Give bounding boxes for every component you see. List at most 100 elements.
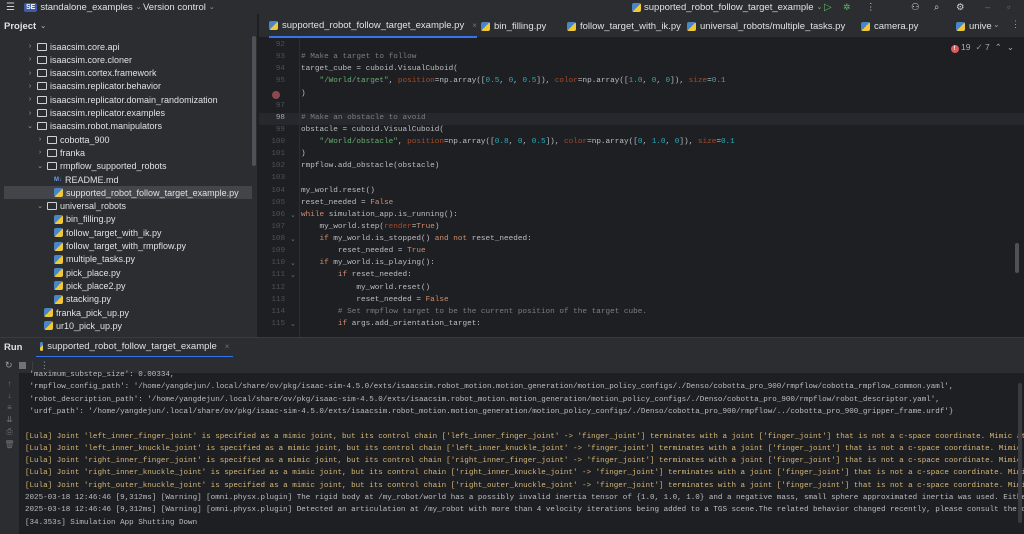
code-editor[interactable]: 92 93 # Make a target to follow 94 target_cu… xyxy=(259,38,1024,337)
tree-item[interactable]: supported_robot_follow_target_example.py xyxy=(4,186,252,200)
close-icon[interactable]: × xyxy=(225,342,230,351)
stop-icon[interactable] xyxy=(18,361,26,369)
chevron-right-icon[interactable]: › xyxy=(26,70,34,77)
tree-item[interactable]: follow_target_with_rmpflow.py xyxy=(54,240,186,253)
next-highlight-icon[interactable]: ⌄ xyxy=(1007,42,1014,53)
chevron-right-icon[interactable]: › xyxy=(26,43,34,50)
tree-item[interactable]: pick_place2.py xyxy=(54,279,126,292)
run-button[interactable]: ▷ xyxy=(824,0,832,14)
line-number[interactable]: 102 xyxy=(259,162,285,170)
soft-wrap-icon[interactable]: ≡ xyxy=(0,403,19,412)
tree-item[interactable]: M↓ README.md xyxy=(54,173,119,186)
run-config-selector[interactable]: supported_robot_follow_target_example ⌄ xyxy=(632,0,822,14)
restore-button[interactable]: ▫ xyxy=(1007,0,1010,14)
line-number[interactable]: 105 xyxy=(259,199,285,207)
line-number[interactable]: 104 xyxy=(259,187,285,195)
line-number[interactable]: 99 xyxy=(259,126,285,134)
chevron-right-icon[interactable]: › xyxy=(26,83,34,90)
tree-item[interactable]: ⌄ universal_robots xyxy=(36,200,126,213)
tab-follow-target-with-ik-py[interactable]: follow_target_with_ik.py xyxy=(567,14,681,38)
tree-item[interactable]: bin_filling.py xyxy=(54,213,116,226)
line-number[interactable]: 95 xyxy=(259,77,285,85)
fold-icon[interactable]: ⌄ xyxy=(290,320,296,328)
line-number[interactable]: 101 xyxy=(259,150,285,158)
line-number[interactable]: 100 xyxy=(259,138,285,146)
tree-item[interactable]: ur10_pick_up.py xyxy=(44,319,122,332)
scroll-to-end-icon[interactable]: ⇊ xyxy=(0,415,19,424)
fold-icon[interactable]: ⌄ xyxy=(290,235,296,243)
tab-unive[interactable]: unive xyxy=(956,14,992,38)
project-switcher[interactable]: SE standalone_examples ⌄ xyxy=(24,0,142,14)
trash-icon[interactable]: 🗑 xyxy=(0,440,19,449)
console-output[interactable]: ↑ ↓ ≡ ⇊ ⎙ 🗑 'maximum_substep_size': 0.00… xyxy=(0,371,1024,534)
settings-button[interactable]: ⚙ xyxy=(956,0,965,14)
chevron-down-icon[interactable]: ⌄ xyxy=(36,162,44,170)
code-with-me-button[interactable]: ⚇ xyxy=(911,0,920,14)
tab-camera-py[interactable]: camera.py xyxy=(861,14,918,38)
tree-item[interactable]: › isaacsim.core.api xyxy=(26,40,120,53)
line-number[interactable]: 94 xyxy=(259,65,285,73)
rerun-icon[interactable]: ↻ xyxy=(5,360,13,371)
tree-item[interactable]: › cobotta_900 xyxy=(36,133,110,146)
run-tab[interactable]: supported_robot_follow_target_example × xyxy=(36,338,234,358)
tree-item[interactable]: stacking.py xyxy=(54,293,111,306)
tree-item[interactable]: › isaacsim.replicator.examples xyxy=(26,107,165,120)
close-icon[interactable]: × xyxy=(472,21,477,30)
line-number[interactable]: 98 xyxy=(259,114,285,122)
breakpoint-icon[interactable] xyxy=(272,90,280,99)
line-number[interactable]: 97 xyxy=(259,102,285,110)
line-number[interactable]: 114 xyxy=(259,308,285,316)
tabs-more-icon[interactable]: ⋮ xyxy=(1011,19,1020,30)
line-number[interactable]: 110 xyxy=(259,259,285,267)
chevron-right-icon[interactable]: › xyxy=(36,136,44,143)
line-number[interactable]: 108 xyxy=(259,235,285,243)
line-number[interactable]: 107 xyxy=(259,223,285,231)
tree-item[interactable]: › isaacsim.replicator.behavior xyxy=(26,80,161,93)
fold-icon[interactable]: ⌄ xyxy=(290,211,296,219)
line-number[interactable]: 103 xyxy=(259,174,285,182)
vcs-menu[interactable]: Version control ⌄ xyxy=(143,0,215,14)
print-icon[interactable]: ⎙ xyxy=(0,427,19,437)
line-number[interactable]: 106 xyxy=(259,211,285,219)
more-actions-button[interactable]: ⋮ xyxy=(866,0,876,14)
line-number[interactable]: 112 xyxy=(259,284,285,292)
tab-universal-robots-multiple-tasks-py[interactable]: universal_robots/multiple_tasks.py xyxy=(687,14,845,38)
console-scrollbar[interactable] xyxy=(1018,383,1022,523)
tree-item[interactable]: follow_target_with_ik.py xyxy=(54,226,162,239)
tree-item[interactable]: franka_pick_up.py xyxy=(44,306,129,319)
line-number[interactable]: 92 xyxy=(259,41,285,49)
project-tree-scrollbar[interactable] xyxy=(252,36,256,166)
tab-bin-filling-py[interactable]: bin_filling.py xyxy=(481,14,546,38)
more-vertical-icon[interactable]: ⋮ xyxy=(40,360,49,371)
tree-item[interactable]: › isaacsim.replicator.domain_randomizatio… xyxy=(26,93,218,106)
project-panel-header[interactable]: Project ⌄ xyxy=(0,14,257,38)
chevron-right-icon[interactable]: › xyxy=(26,56,34,63)
search-button[interactable]: ⌕ xyxy=(934,0,939,14)
minimize-button[interactable]: – xyxy=(985,0,990,14)
chevron-down-icon[interactable]: ⌄ xyxy=(36,202,44,210)
tree-item[interactable]: ⌄ rmpflow_supported_robots xyxy=(36,160,167,173)
tree-item[interactable]: › franka xyxy=(36,146,85,159)
chevron-right-icon[interactable]: › xyxy=(26,96,34,103)
main-menu-button[interactable]: ☰ xyxy=(6,0,15,14)
tabs-dropdown-icon[interactable]: ⌄ xyxy=(993,20,1000,29)
chevron-right-icon[interactable]: › xyxy=(26,110,34,117)
tree-item[interactable]: › isaacsim.core.cloner xyxy=(26,53,132,66)
line-number[interactable]: 109 xyxy=(259,247,285,255)
scroll-up-icon[interactable]: ↑ xyxy=(0,379,19,388)
prev-highlight-icon[interactable]: ⌃ xyxy=(995,42,1002,53)
fold-icon[interactable]: ⌄ xyxy=(290,259,296,267)
tree-item[interactable]: pick_place.py xyxy=(54,266,121,279)
chevron-right-icon[interactable]: › xyxy=(36,149,44,156)
inspection-widget[interactable]: ! 19 ✓ 7 ⌃ ⌄ xyxy=(950,42,1014,53)
line-number[interactable]: 111 xyxy=(259,271,285,279)
chevron-down-icon[interactable]: ⌄ xyxy=(26,122,34,130)
editor-scrollbar[interactable] xyxy=(1015,243,1019,273)
tree-item[interactable]: › isaacsim.cortex.framework xyxy=(26,67,157,80)
line-number[interactable]: 115 xyxy=(259,320,285,328)
tab-supported-robot-follow-target-example-py[interactable]: supported_robot_follow_target_example.py… xyxy=(269,14,477,38)
line-number[interactable]: 93 xyxy=(259,53,285,61)
scroll-down-icon[interactable]: ↓ xyxy=(0,391,19,400)
line-number[interactable]: 113 xyxy=(259,296,285,304)
fold-icon[interactable]: ⌄ xyxy=(290,271,296,279)
